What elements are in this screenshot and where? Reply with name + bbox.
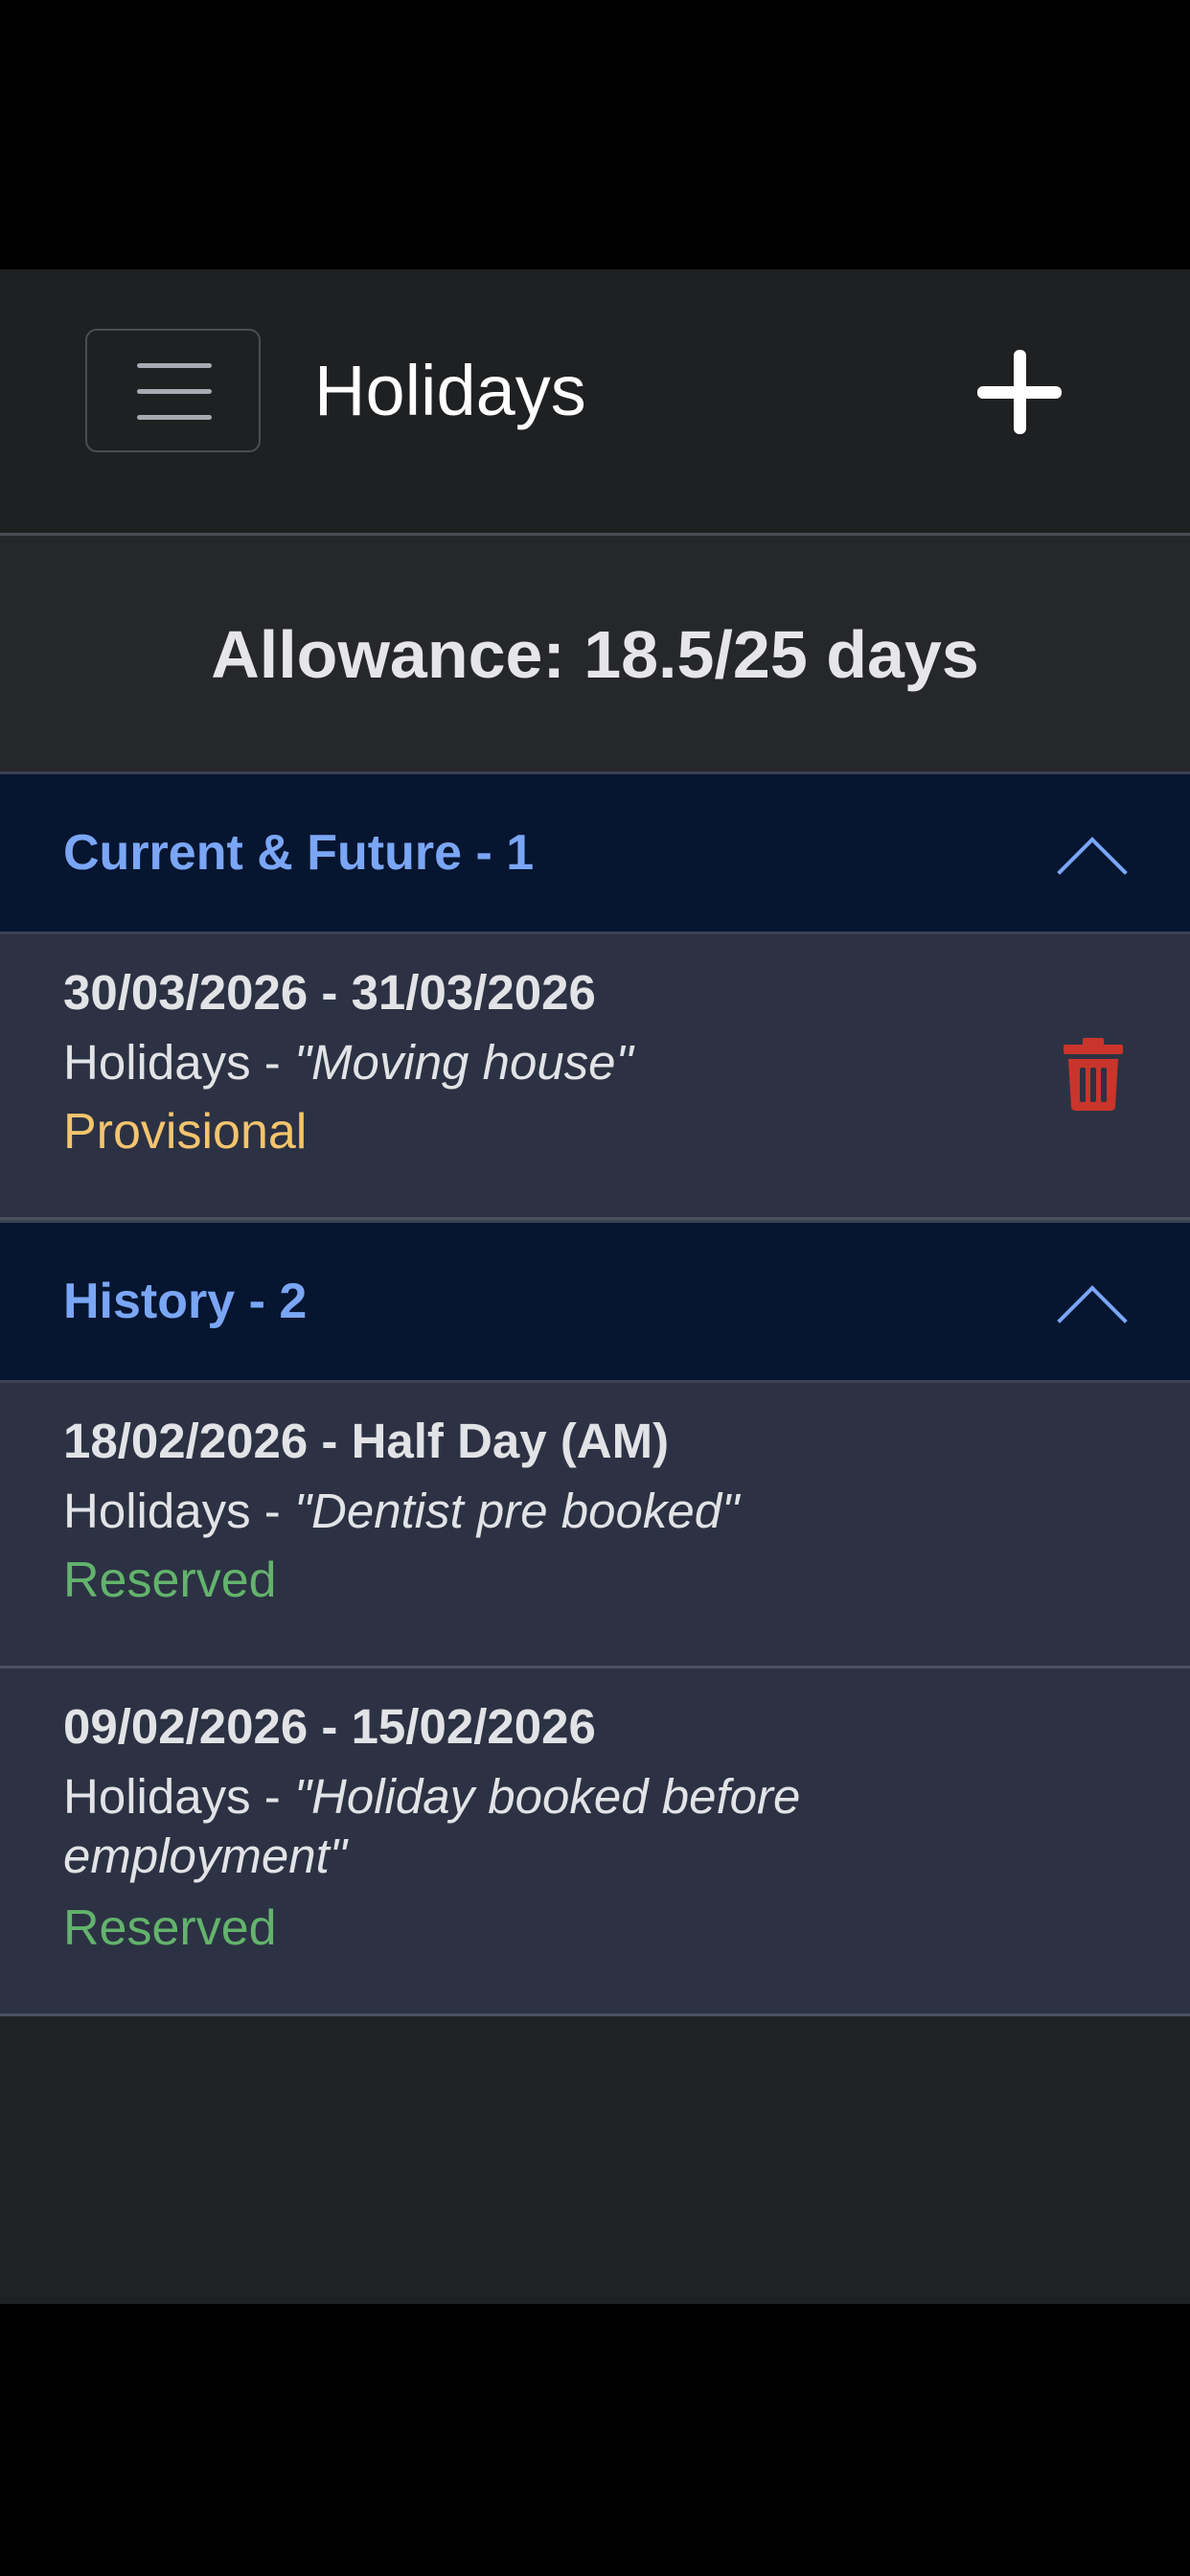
delete-button[interactable] (1064, 1038, 1123, 1111)
entry-dates: 09/02/2026 - 15/02/2026 (63, 1699, 596, 1754)
section-title: Current & Future - 1 (63, 825, 535, 881)
allowance-panel: Allowance: 18.5/25 days (0, 536, 1190, 771)
entry-dates: 18/02/2026 - Half Day (AM) (63, 1414, 670, 1468)
entry-description: Holidays - "Dentist pre booked" (63, 1482, 1069, 1541)
entry-description: Holidays - "Moving house" (63, 1033, 1069, 1092)
allowance-summary: Allowance: 18.5/25 days (211, 617, 979, 692)
section-header-current-future[interactable]: Current & Future - 1 (0, 771, 1190, 934)
entry-reason: "Dentist pre booked" (293, 1484, 740, 1538)
chevron-up-icon (1057, 1285, 1128, 1356)
holiday-entry[interactable]: 30/03/2026 - 31/03/2026 Holidays - "Movi… (0, 934, 1190, 1220)
holidays-screen: Holidays Allowance: 18.5/25 days Current… (0, 269, 1190, 2304)
holiday-entry[interactable]: 18/02/2026 - Half Day (AM) Holidays - "D… (0, 1383, 1190, 1668)
holiday-entry[interactable]: 09/02/2026 - 15/02/2026 Holidays - "Holi… (0, 1668, 1190, 2016)
status-provisional: Provisional (63, 1104, 308, 1160)
entry-description: Holidays - "Holiday booked before employ… (63, 1767, 1069, 1886)
menu-button[interactable] (85, 329, 261, 452)
entry-reason: "Moving house" (293, 1035, 633, 1090)
chevron-up-icon (1057, 837, 1128, 908)
page-title: Holidays (314, 351, 586, 430)
trash-icon (1064, 1038, 1123, 1111)
top-bar: Holidays (0, 269, 1190, 533)
entry-type: Holidays - (63, 1484, 294, 1538)
status-reserved: Reserved (63, 1900, 277, 1956)
add-holiday-button[interactable] (970, 342, 1069, 442)
entry-type: Holidays - (63, 1769, 294, 1824)
section-title: History - 2 (63, 1274, 308, 1329)
section-header-history[interactable]: History - 2 (0, 1220, 1190, 1383)
entry-type: Holidays - (63, 1035, 294, 1090)
entry-dates: 30/03/2026 - 31/03/2026 (63, 965, 596, 1020)
status-reserved: Reserved (63, 1552, 277, 1608)
